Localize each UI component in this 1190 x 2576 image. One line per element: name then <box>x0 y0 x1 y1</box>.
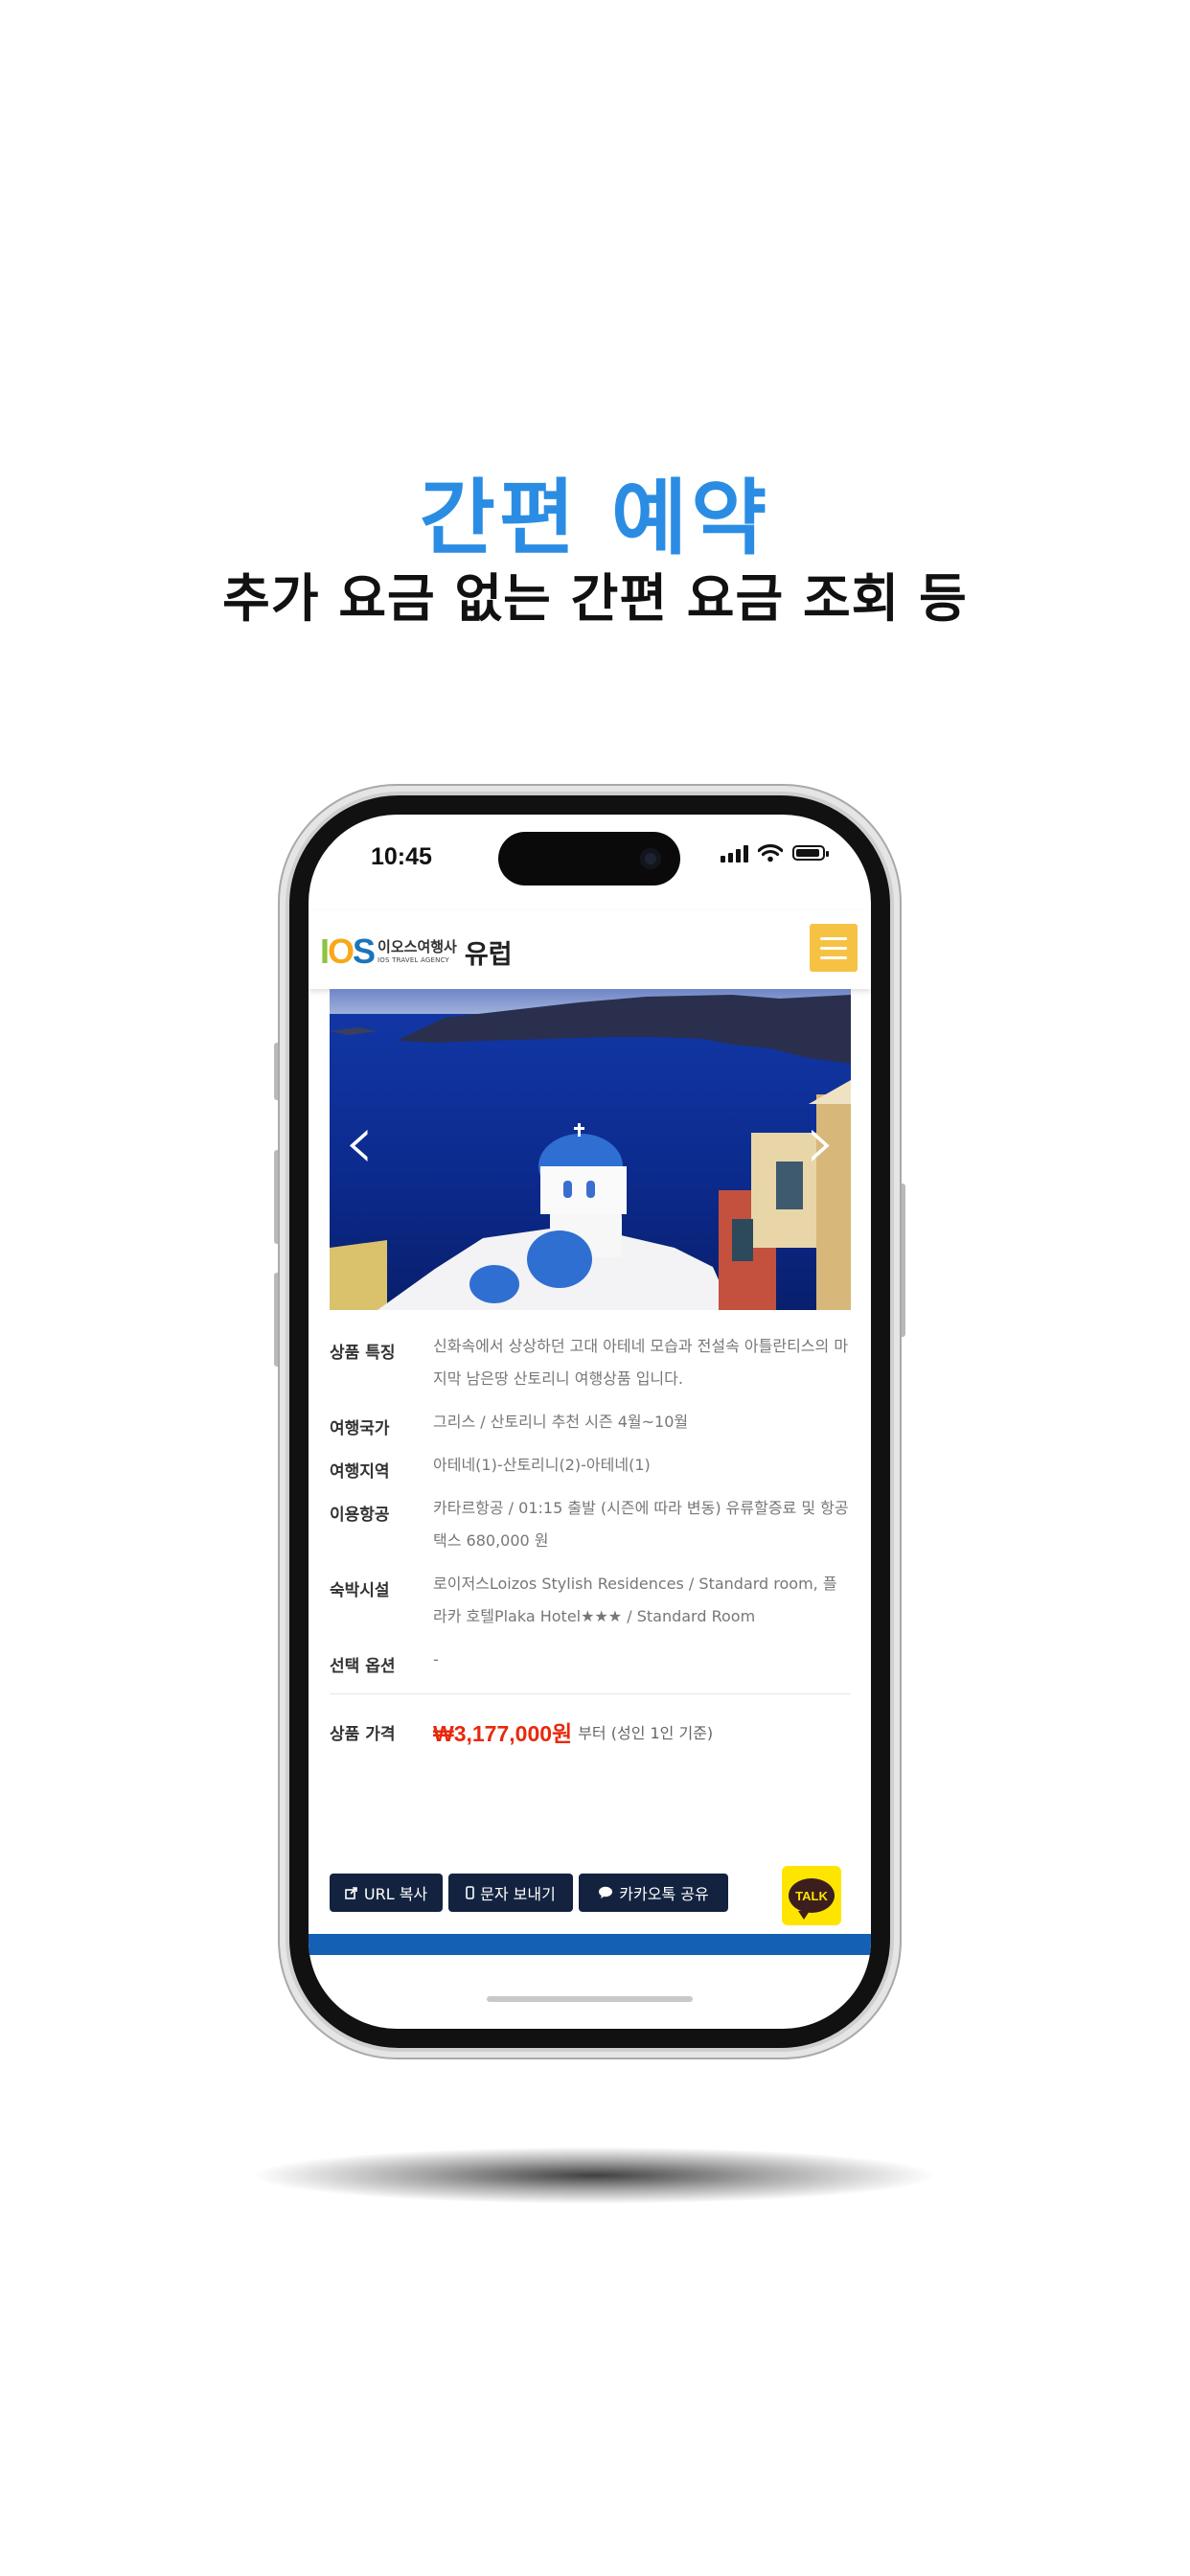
detail-row-lodging: 숙박시설 로이저스Loizos Stylish Residences / Sta… <box>330 1575 851 1633</box>
detail-label: 상품 특징 <box>330 1344 396 1363</box>
phone-shadow <box>249 2147 939 2204</box>
detail-value: 카타르항공 / 01:15 출발 (시즌에 따라 변동) 유류할증료 및 항공 … <box>433 1499 849 1550</box>
price-suffix: 부터 (성인 1인 기준) <box>578 1724 714 1742</box>
detail-row-region: 여행지역 아테네(1)-산토리니(2)-아테네(1) <box>330 1456 851 1482</box>
chat-bubble-icon <box>599 1886 613 1898</box>
cellular-signal-icon <box>721 843 748 862</box>
detail-label: 여행국가 <box>330 1419 390 1438</box>
detail-row-airline: 이용항공 카타르항공 / 01:15 출발 (시즌에 따라 변동) 유류할증료 … <box>330 1499 851 1557</box>
logo-mark: IOS <box>320 932 376 971</box>
status-time: 10:45 <box>371 843 432 870</box>
detail-label: 선택 옵션 <box>330 1657 396 1676</box>
phone-screen: 10:45 IOS 이오스여행사 IOS TRAVEL AGENCY 유럽 ‹ … <box>309 815 871 2029</box>
mobile-phone-icon <box>466 1886 474 1899</box>
divider <box>330 1693 851 1694</box>
detail-value: - <box>433 1650 439 1668</box>
detail-value: 신화속에서 상상하던 고대 아테네 모습과 전설속 아틀란티스의 마지막 남은땅… <box>433 1337 849 1388</box>
share-link-icon <box>345 1887 357 1899</box>
detail-row-options: 선택 옵션 - <box>330 1650 851 1676</box>
brand-logo[interactable]: IOS 이오스여행사 IOS TRAVEL AGENCY 유럽 <box>320 932 513 972</box>
carousel-next-button[interactable]: › <box>797 1104 845 1181</box>
price-amount: ₩3,177,000원 <box>433 1721 573 1746</box>
url-copy-button[interactable]: URL 복사 <box>330 1874 443 1912</box>
detail-row-country: 여행국가 그리스 / 산토리니 추천 시즌 4월~10월 <box>330 1413 851 1438</box>
front-camera-icon <box>640 848 661 869</box>
wifi-icon <box>758 843 783 862</box>
carousel-prev-button[interactable]: ‹ <box>335 1104 383 1181</box>
kakao-talk-icon: TALK <box>789 1878 835 1920</box>
kakao-share-button[interactable]: 카카오톡 공유 <box>579 1874 728 1912</box>
kakao-talk-button[interactable]: TALK <box>782 1866 841 1925</box>
region-title: 유럽 <box>464 939 513 970</box>
promo-subline: 추가 요금 없는 간편 요금 조회 등 <box>222 568 968 629</box>
product-image-carousel[interactable]: ‹ › <box>330 989 851 1310</box>
price-row: 상품 가격 ₩3,177,000원 부터 (성인 1인 기준) <box>330 1715 851 1748</box>
detail-label: 숙박시설 <box>330 1581 390 1600</box>
logo-korean-name: 이오스여행사 <box>378 937 457 955</box>
menu-button[interactable] <box>810 924 858 972</box>
detail-value: 그리스 / 산토리니 추천 시즌 4월~10월 <box>433 1413 689 1431</box>
dynamic-island <box>498 832 680 886</box>
share-bar: URL 복사 문자 보내기 카카오톡 공유 TALK <box>330 1866 851 1925</box>
kakao-share-label: 카카오톡 공유 <box>619 1885 709 1903</box>
battery-icon <box>792 845 829 861</box>
url-copy-label: URL 복사 <box>363 1885 428 1903</box>
hamburger-icon <box>820 936 847 940</box>
bottom-blue-bar <box>309 1934 871 1955</box>
app-header: IOS 이오스여행사 IOS TRAVEL AGENCY 유럽 <box>309 910 871 989</box>
home-indicator[interactable] <box>487 1996 693 2002</box>
detail-row-feature: 상품 특징 신화속에서 상상하던 고대 아테네 모습과 전설속 아틀란티스의 마… <box>330 1337 851 1395</box>
sms-label: 문자 보내기 <box>480 1885 556 1903</box>
detail-label: 여행지역 <box>330 1462 390 1482</box>
logo-english-name: IOS TRAVEL AGENCY <box>378 955 450 964</box>
detail-value: 아테네(1)-산토리니(2)-아테네(1) <box>433 1456 651 1474</box>
status-icons <box>721 843 829 862</box>
product-details: 상품 특징 신화속에서 상상하던 고대 아테네 모습과 전설속 아틀란티스의 마… <box>330 1337 851 1748</box>
santorini-photo <box>330 989 851 1310</box>
sms-button[interactable]: 문자 보내기 <box>448 1874 573 1912</box>
detail-value: 로이저스Loizos Stylish Residences / Standard… <box>433 1575 837 1625</box>
promo-headline: 간편 예약 <box>419 471 771 566</box>
detail-label: 이용항공 <box>330 1506 390 1525</box>
price-label: 상품 가격 <box>330 1724 396 1744</box>
